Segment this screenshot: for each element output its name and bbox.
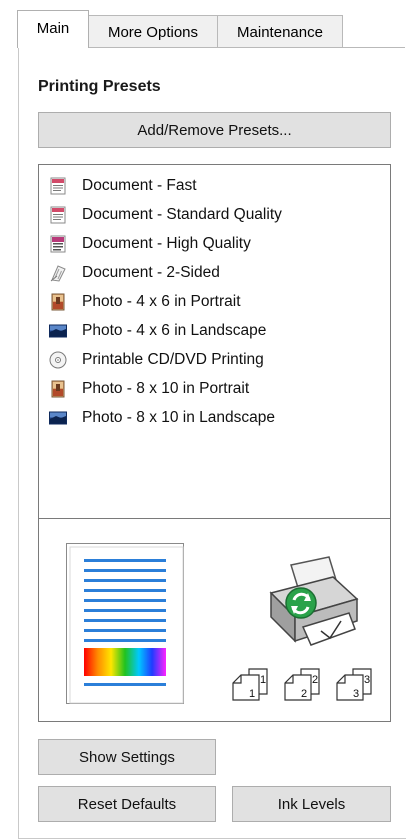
document-icon	[50, 177, 66, 194]
photo-portrait-icon	[51, 380, 65, 397]
preset-item-document-fast[interactable]: Document - Fast	[49, 171, 390, 200]
tab-main[interactable]: Main	[17, 10, 89, 48]
collate-copies-icon: 1 1 2 2 3 3	[232, 668, 372, 701]
ink-levels-button[interactable]: Ink Levels	[232, 786, 391, 822]
document-high-quality-icon	[50, 235, 66, 252]
preset-label: Photo - 8 x 10 in Landscape	[82, 408, 276, 426]
document-icon	[50, 206, 66, 223]
copy-number: 2	[312, 674, 318, 686]
copy-number: 1	[249, 688, 255, 700]
preset-item-document-high-quality[interactable]: Document - High Quality	[49, 229, 390, 258]
printer-icon	[269, 556, 359, 646]
preset-label: Document - Standard Quality	[82, 205, 282, 223]
preset-item-photo-4x6-portrait[interactable]: Photo - 4 x 6 in Portrait	[49, 287, 390, 316]
preset-item-printable-cd-dvd[interactable]: Printable CD/DVD Printing	[49, 345, 390, 374]
preset-item-document-standard[interactable]: Document - Standard Quality	[49, 200, 390, 229]
photo-landscape-icon	[49, 324, 67, 337]
tab-more-options[interactable]: More Options	[88, 15, 218, 48]
copy-number: 3	[364, 674, 370, 686]
add-remove-presets-button[interactable]: Add/Remove Presets...	[38, 112, 391, 148]
preset-label: Document - High Quality	[82, 234, 251, 252]
preset-label: Photo - 4 x 6 in Portrait	[82, 292, 241, 310]
preset-item-photo-4x6-landscape[interactable]: Photo - 4 x 6 in Landscape	[49, 316, 390, 345]
tab-bar: Main More Options Maintenance	[17, 10, 343, 48]
print-settings-dialog: Main More Options Maintenance Printing P…	[0, 0, 407, 840]
print-preview-pane: 1 1 2 2 3 3	[38, 518, 391, 722]
copy-number: 2	[301, 688, 307, 700]
cd-dvd-icon	[49, 351, 67, 368]
preset-item-photo-8x10-landscape[interactable]: Photo - 8 x 10 in Landscape	[49, 403, 390, 432]
copy-number: 3	[353, 688, 359, 700]
preset-item-photo-8x10-portrait[interactable]: Photo - 8 x 10 in Portrait	[49, 374, 390, 403]
tab-maintenance[interactable]: Maintenance	[217, 15, 343, 48]
printing-presets-heading: Printing Presets	[38, 78, 161, 95]
show-settings-button[interactable]: Show Settings	[38, 739, 216, 775]
preset-label: Printable CD/DVD Printing	[82, 350, 264, 368]
preset-label: Document - 2-Sided	[82, 263, 220, 281]
two-sided-document-icon	[50, 264, 66, 282]
photo-landscape-icon	[49, 411, 67, 424]
preset-list[interactable]: Document - Fast Document - Standard Qual…	[38, 164, 391, 519]
page-preview-icon	[66, 543, 184, 704]
preset-item-document-2-sided[interactable]: Document - 2-Sided	[49, 258, 390, 287]
preset-label: Document - Fast	[82, 176, 197, 194]
copy-number: 1	[260, 674, 266, 686]
reset-defaults-button[interactable]: Reset Defaults	[38, 786, 216, 822]
preset-label: Photo - 8 x 10 in Portrait	[82, 379, 250, 397]
photo-portrait-icon	[51, 293, 65, 310]
preset-label: Photo - 4 x 6 in Landscape	[82, 321, 267, 339]
